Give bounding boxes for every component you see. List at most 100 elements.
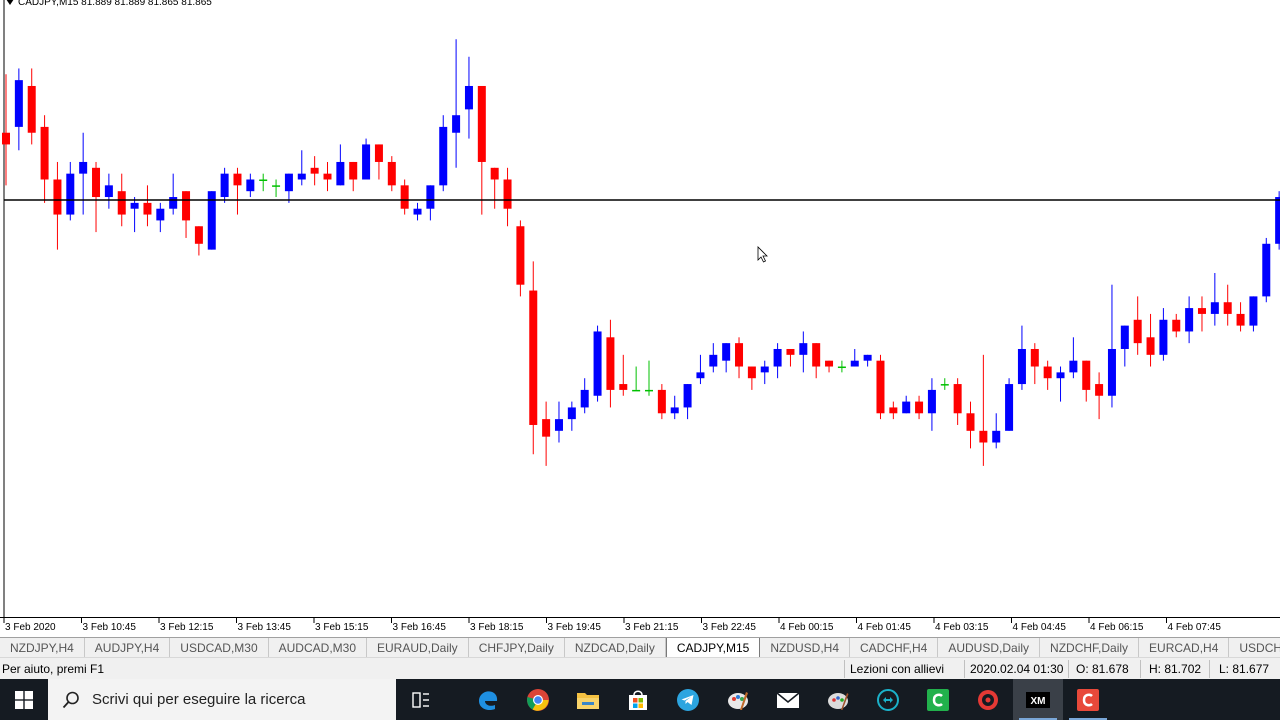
search-icon <box>62 691 79 708</box>
candle-body <box>1262 243 1271 297</box>
paint-icon[interactable] <box>713 679 763 720</box>
candle-body <box>400 185 409 209</box>
candle-body <box>760 366 769 373</box>
taskbar-search-box[interactable]: Scrivi qui per eseguire la ricerca <box>48 679 396 720</box>
candle-body <box>863 354 872 361</box>
candle-body <box>1159 319 1168 355</box>
candle-body <box>1107 348 1116 396</box>
candle-body <box>169 197 178 209</box>
teamviewer-icon[interactable] <box>863 679 913 720</box>
red-c-icon[interactable] <box>1063 679 1113 720</box>
candle-body <box>1210 302 1219 314</box>
status-separator <box>1068 660 1069 678</box>
candle-body <box>554 419 563 431</box>
chart-header: CADJPY,M15 81.889 81.889 81.865 81.865 <box>6 0 212 8</box>
candle-body <box>130 202 139 209</box>
telegram-icon[interactable] <box>663 679 713 720</box>
red-app-icon[interactable] <box>963 679 1013 720</box>
candle-body <box>927 389 936 414</box>
candle-body <box>1249 296 1258 326</box>
chart-tab[interactable]: NZDCHF,Daily <box>1040 638 1140 657</box>
candle-body <box>452 115 461 133</box>
time-axis: 3 Feb 2020 3 Feb 10:45 3 Feb 12:15 3 Feb 13… <box>3 617 1221 633</box>
candle-body <box>773 348 782 367</box>
time-axis-label: 4 Feb 04:45 <box>1013 622 1067 633</box>
chart-area[interactable]: 3 Feb 2020 3 Feb 10:45 3 Feb 12:15 3 Feb 13… <box>0 0 1280 637</box>
candle-body <box>1069 360 1078 373</box>
candle-body <box>272 185 281 187</box>
candle-body <box>503 179 512 209</box>
time-axis-label: 3 Feb 16:45 <box>393 622 447 633</box>
candle-body <box>735 343 744 367</box>
start-button[interactable] <box>0 679 48 720</box>
file-explorer-icon[interactable] <box>563 679 613 720</box>
candlestick-chart[interactable]: 3 Feb 2020 3 Feb 10:45 3 Feb 12:15 3 Feb 13… <box>0 0 1280 637</box>
candle-body <box>336 161 345 186</box>
chart-tab[interactable]: USDCAD,M30 <box>170 638 269 657</box>
chart-tab[interactable]: NZDJPY,H4 <box>0 638 85 657</box>
candles-group <box>2 39 1280 466</box>
mouse-cursor-icon <box>757 246 768 263</box>
candle-body <box>426 185 435 209</box>
edge-icon[interactable] <box>463 679 513 720</box>
candle-body <box>1197 308 1206 314</box>
candle-body <box>439 126 448 186</box>
time-axis-label: 3 Feb 12:15 <box>160 622 214 633</box>
candle-body <box>1146 337 1155 355</box>
candle-body <box>786 348 795 355</box>
search-placeholder: Scrivi qui per eseguire la ricerca <box>92 691 306 708</box>
chart-tab[interactable]: CHFJPY,Daily <box>469 638 565 657</box>
candle-body <box>1056 372 1065 379</box>
candle-body <box>915 401 924 414</box>
chart-tab[interactable]: USDCHF,Daily <box>1229 638 1280 657</box>
candle-body <box>14 80 23 127</box>
chart-tab[interactable]: EURCAD,H4 <box>1139 638 1230 657</box>
candle-body <box>825 360 834 367</box>
candle-body <box>580 389 589 408</box>
chart-tab[interactable]: CADCHF,H4 <box>850 638 939 657</box>
candle-body <box>1017 348 1026 385</box>
candle-body <box>619 384 628 390</box>
green-c-icon[interactable] <box>913 679 963 720</box>
xm-icon[interactable]: XM <box>1013 679 1063 720</box>
candle-body <box>297 173 306 180</box>
candle-body <box>593 331 602 396</box>
chart-tab[interactable]: AUDUSD,Daily <box>938 638 1041 657</box>
candle-body <box>670 407 679 414</box>
chart-tab[interactable]: AUDJPY,H4 <box>85 638 171 657</box>
candle-body <box>953 384 962 414</box>
store-icon[interactable] <box>613 679 663 720</box>
candle-body <box>747 366 756 379</box>
svg-text:XM: XM <box>1031 696 1046 707</box>
candle-body <box>92 167 101 198</box>
candle-body <box>516 226 525 285</box>
task-view-icon[interactable] <box>396 679 446 720</box>
candle-body <box>374 144 383 162</box>
time-axis-label: 3 Feb 2020 <box>5 622 56 633</box>
candle-body <box>53 179 62 215</box>
candle-body <box>464 85 473 110</box>
candle-body <box>40 126 49 180</box>
time-axis-label: 4 Feb 01:45 <box>858 622 912 633</box>
candle-body <box>1030 348 1039 367</box>
chart-tab[interactable]: NZDUSD,H4 <box>760 638 850 657</box>
mail-icon[interactable] <box>763 679 813 720</box>
chart-tab[interactable]: NZDCAD,Daily <box>565 638 666 657</box>
candle-body <box>850 360 859 367</box>
windows-taskbar: Scrivi qui per eseguire la ricerca XM <box>0 679 1280 720</box>
chart-tab[interactable]: AUDCAD,M30 <box>269 638 367 657</box>
candle-body <box>812 343 821 367</box>
candle-body <box>79 161 88 174</box>
candle-body <box>259 179 268 181</box>
chart-tab[interactable]: EURAUD,Daily <box>367 638 469 657</box>
chart-tab[interactable]: CADJPY,M15 <box>665 638 761 658</box>
candle-body <box>1236 313 1245 326</box>
candle-body <box>1275 197 1280 244</box>
candle-body <box>1043 366 1052 379</box>
status-profile[interactable]: Lezioni con allievi <box>850 662 944 676</box>
candle-body <box>1095 384 1104 396</box>
chrome-icon[interactable] <box>513 679 563 720</box>
app-icon[interactable] <box>813 679 863 720</box>
candle-body <box>645 389 653 392</box>
candle-body <box>837 366 846 369</box>
